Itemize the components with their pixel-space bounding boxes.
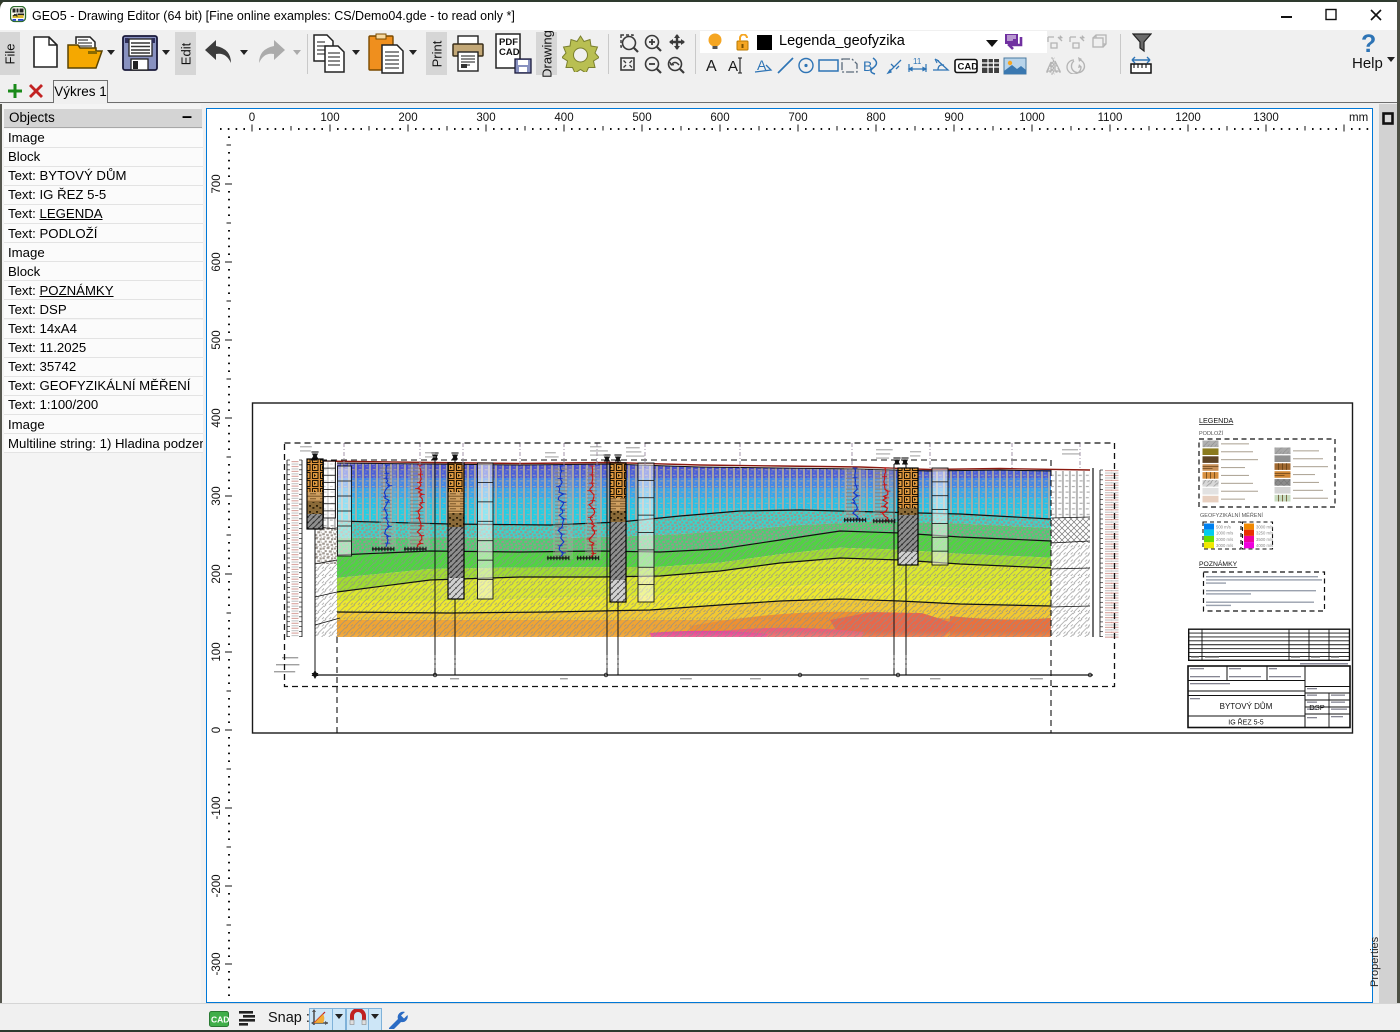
svg-text:CAD: CAD: [499, 47, 520, 58]
svg-text:1000: 1000: [1019, 112, 1045, 124]
svg-text:1000 m/s: 1000 m/s: [1216, 531, 1233, 536]
svg-text:100: 100: [211, 642, 223, 661]
svg-text:200: 200: [398, 112, 417, 124]
svg-text:3250 m/s: 3250 m/s: [1256, 531, 1273, 536]
svg-text:300: 300: [211, 486, 223, 505]
svg-text:300: 300: [476, 112, 495, 124]
svg-text:100: 100: [320, 112, 339, 124]
svg-text:IG ŘEZ 5-5: IG ŘEZ 5-5: [1228, 718, 1264, 727]
svg-text:GEOFYZIKÁLNÍ MĚŘENÍ: GEOFYZIKÁLNÍ MĚŘENÍ: [1200, 511, 1263, 519]
svg-text:900: 900: [944, 112, 963, 124]
svg-text:700: 700: [211, 174, 223, 193]
svg-text:500 m/s: 500 m/s: [1216, 525, 1231, 530]
svg-text:3000 m/s: 3000 m/s: [1256, 525, 1273, 530]
svg-text:3500 m/s: 3500 m/s: [1256, 537, 1273, 542]
svg-text:400: 400: [211, 408, 223, 427]
svg-text:CAD: CAD: [958, 62, 979, 73]
svg-text:mm: mm: [1349, 112, 1368, 124]
svg-text:CAD: CAD: [211, 1015, 229, 1025]
svg-text:-200: -200: [211, 874, 223, 897]
svg-text:LEGENDA: LEGENDA: [1199, 416, 1234, 425]
svg-text:700: 700: [788, 112, 807, 124]
svg-text:200: 200: [211, 564, 223, 583]
svg-text:11: 11: [913, 57, 922, 66]
svg-text:1300: 1300: [1253, 112, 1279, 124]
svg-text:400: 400: [554, 112, 573, 124]
svg-text:BYTOVÝ DŮM: BYTOVÝ DŮM: [1220, 702, 1273, 711]
svg-text:A: A: [706, 58, 717, 75]
svg-text:PODLOŽÍ: PODLOŽÍ: [1199, 429, 1224, 437]
svg-text:1100: 1100: [1098, 112, 1123, 124]
svg-text:-300: -300: [211, 952, 223, 975]
svg-text:600: 600: [211, 252, 223, 271]
svg-text:POZNÁMKY: POZNÁMKY: [1199, 559, 1238, 568]
svg-text:-100: -100: [211, 796, 223, 819]
svg-text:A: A: [728, 58, 738, 75]
svg-text:3000 m/s: 3000 m/s: [1216, 543, 1233, 548]
svg-text:800: 800: [866, 112, 885, 124]
svg-text:2000 m/s: 2000 m/s: [1216, 537, 1233, 542]
svg-text:500: 500: [632, 112, 651, 124]
svg-text:4000 m/s: 4000 m/s: [1256, 543, 1273, 548]
svg-text:500: 500: [211, 330, 223, 349]
svg-text:DSP: DSP: [1309, 703, 1324, 712]
svg-text:0: 0: [211, 727, 223, 733]
svg-text:1200: 1200: [1175, 112, 1201, 124]
svg-text:600: 600: [710, 112, 729, 124]
svg-text:0: 0: [249, 112, 255, 124]
